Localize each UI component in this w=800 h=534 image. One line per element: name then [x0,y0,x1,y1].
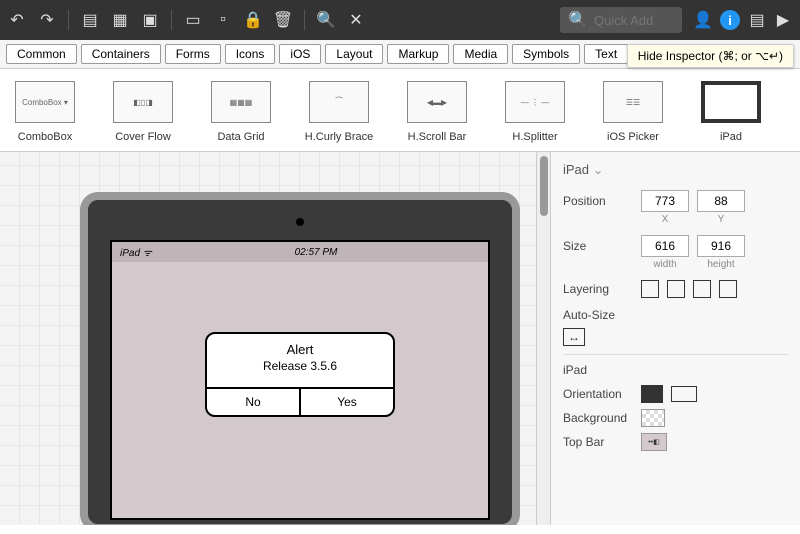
layering-label: Layering [563,282,633,296]
height-input[interactable] [697,235,745,257]
tab-icons[interactable]: Icons [225,44,276,64]
comp-scrollbar[interactable]: ◀▬▶H.Scroll Bar [402,81,472,143]
clipboard-icon[interactable]: ▣ [141,11,159,29]
copy-icon[interactable]: ▤ [81,11,99,29]
ipad-mockup[interactable]: iPad ᯤ 02:57 PM Alert Release 3.5.6 No Y… [80,192,520,525]
background-swatch[interactable] [641,409,665,427]
background-label: Background [563,411,633,425]
alert-yes-button[interactable]: Yes [301,389,393,415]
list-icon[interactable]: ▤ [748,11,766,29]
paste-icon[interactable]: ▦ [111,11,129,29]
tab-markup[interactable]: Markup [387,44,449,64]
send-back-icon[interactable] [719,280,737,298]
comp-coverflow[interactable]: ◧▯◨Cover Flow [108,81,178,143]
search-icon: 🔍 [568,10,588,30]
tab-text[interactable]: Text [584,44,628,64]
search-input[interactable] [594,13,674,28]
comp-iospicker[interactable]: ☰☰iOS Picker [598,81,668,143]
component-tray: ComboBox ▾ComboBox ◧▯◨Cover Flow ▦▦▦Data… [0,69,800,152]
vertical-scrollbar[interactable] [536,152,550,525]
topbar-swatch[interactable]: ••◧ [641,433,667,451]
tab-ios[interactable]: iOS [279,44,321,64]
autosize-label: Auto-Size [563,308,633,322]
tab-symbols[interactable]: Symbols [512,44,580,64]
camera-icon [296,218,304,226]
status-bar: iPad ᯤ 02:57 PM [112,242,488,262]
autosize-horizontal-icon[interactable]: ↔ [563,328,585,346]
device-section-label: iPad [563,363,788,377]
position-label: Position [563,194,633,208]
bring-front-icon[interactable] [693,280,711,298]
alert-title: Alert [207,334,393,359]
inspector-panel: iPad Position XY Size widthheight Layeri… [550,152,800,525]
info-icon[interactable]: i [720,10,740,30]
tab-containers[interactable]: Containers [81,44,161,64]
tab-media[interactable]: Media [453,44,508,64]
lock-icon[interactable]: 🔒 [244,11,262,29]
trash-icon[interactable]: 🗑 [274,11,292,29]
comp-curlybrace[interactable]: ⏜H.Curly Brace [304,81,374,143]
tab-layout[interactable]: Layout [325,44,383,64]
orientation-portrait-button[interactable] [641,385,663,403]
position-x-input[interactable] [641,190,689,212]
tab-common[interactable]: Common [6,44,77,64]
size-label: Size [563,239,633,253]
canvas[interactable]: iPad ᯤ 02:57 PM Alert Release 3.5.6 No Y… [0,152,536,525]
inspector-title[interactable]: iPad [563,162,788,178]
topbar-label: Top Bar [563,435,633,449]
status-time: 02:57 PM [295,247,338,258]
export-icon[interactable]: ✕ [347,11,365,29]
undo-icon[interactable]: ↶ [8,11,26,29]
zoom-icon[interactable]: 🔍 [317,11,335,29]
width-input[interactable] [641,235,689,257]
bring-forward-icon[interactable] [641,280,659,298]
alert-dialog[interactable]: Alert Release 3.5.6 No Yes [205,332,395,417]
ipad-screen: iPad ᯤ 02:57 PM Alert Release 3.5.6 No Y… [110,240,490,520]
redo-icon[interactable]: ↷ [38,11,56,29]
orientation-label: Orientation [563,387,633,401]
main-toolbar: ↶ ↷ ▤ ▦ ▣ ▭ ▫ 🔒 🗑 🔍 ✕ 🔍 👤 i ▤ ▶ [0,0,800,40]
comp-combobox[interactable]: ComboBox ▾ComboBox [10,81,80,143]
comp-ipad[interactable]: iPad [696,81,766,143]
inspector-tooltip: Hide Inspector (⌘; or ⌥↵) [627,44,794,68]
comp-datagrid[interactable]: ▦▦▦Data Grid [206,81,276,143]
position-y-input[interactable] [697,190,745,212]
comp-iphone[interactable]: iPhone [794,81,800,143]
tab-forms[interactable]: Forms [165,44,221,64]
workspace: iPad ᯤ 02:57 PM Alert Release 3.5.6 No Y… [0,152,800,525]
user-icon[interactable]: 👤 [694,11,712,29]
alert-message: Release 3.5.6 [207,359,393,387]
group-icon[interactable]: ▭ [184,11,202,29]
send-backward-icon[interactable] [667,280,685,298]
play-icon[interactable]: ▶ [774,11,792,29]
orientation-landscape-button[interactable] [671,386,697,402]
quick-add-search[interactable]: 🔍 [560,7,682,33]
alert-no-button[interactable]: No [207,389,301,415]
ungroup-icon[interactable]: ▫ [214,11,232,29]
comp-splitter[interactable]: — ⋮ —H.Splitter [500,81,570,143]
